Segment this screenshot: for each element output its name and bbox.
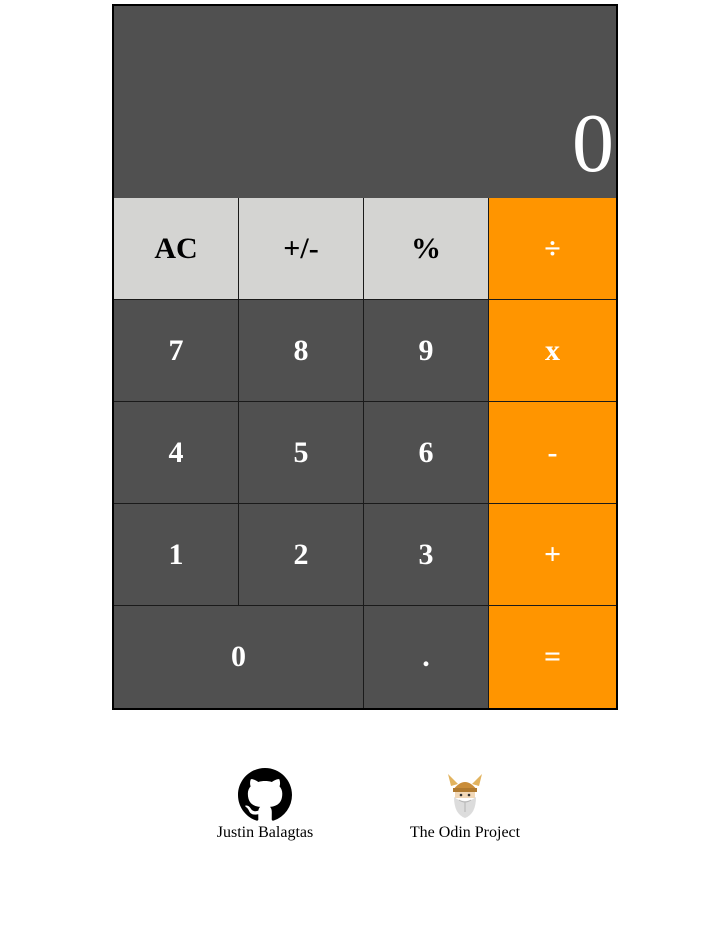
- divide-button[interactable]: ÷: [489, 198, 616, 300]
- digit-9-button[interactable]: 9: [364, 300, 489, 402]
- digit-4-button[interactable]: 4: [114, 402, 239, 504]
- digit-0-button[interactable]: 0: [114, 606, 364, 708]
- digit-1-button[interactable]: 1: [114, 504, 239, 606]
- all-clear-button[interactable]: AC: [114, 198, 239, 300]
- equals-button[interactable]: =: [489, 606, 616, 708]
- digit-8-button[interactable]: 8: [239, 300, 364, 402]
- digit-7-button[interactable]: 7: [114, 300, 239, 402]
- github-link[interactable]: Justin Balagtas: [200, 768, 330, 842]
- toggle-sign-button[interactable]: +/-: [239, 198, 364, 300]
- percent-button[interactable]: %: [364, 198, 489, 300]
- decimal-button[interactable]: .: [364, 606, 489, 708]
- calculator-display: 0: [114, 6, 616, 198]
- digit-3-button[interactable]: 3: [364, 504, 489, 606]
- calculator: 0 AC +/- % ÷ 7 8 9 x 4 5 6 - 1 2 3 + 0 .…: [112, 4, 618, 710]
- subtract-button[interactable]: -: [489, 402, 616, 504]
- keypad: AC +/- % ÷ 7 8 9 x 4 5 6 - 1 2 3 + 0 . =: [114, 198, 616, 708]
- footer: Justin Balagtas The Odin Project: [0, 768, 722, 848]
- display-value: 0: [572, 97, 614, 190]
- digit-6-button[interactable]: 6: [364, 402, 489, 504]
- digit-5-button[interactable]: 5: [239, 402, 364, 504]
- digit-2-button[interactable]: 2: [239, 504, 364, 606]
- add-button[interactable]: +: [489, 504, 616, 606]
- odin-project-link-label: The Odin Project: [409, 824, 521, 841]
- github-icon: [238, 768, 292, 821]
- multiply-button[interactable]: x: [489, 300, 616, 402]
- odin-project-icon: [448, 774, 482, 818]
- odin-project-link[interactable]: The Odin Project: [395, 768, 535, 842]
- github-link-label: Justin Balagtas: [216, 824, 314, 841]
